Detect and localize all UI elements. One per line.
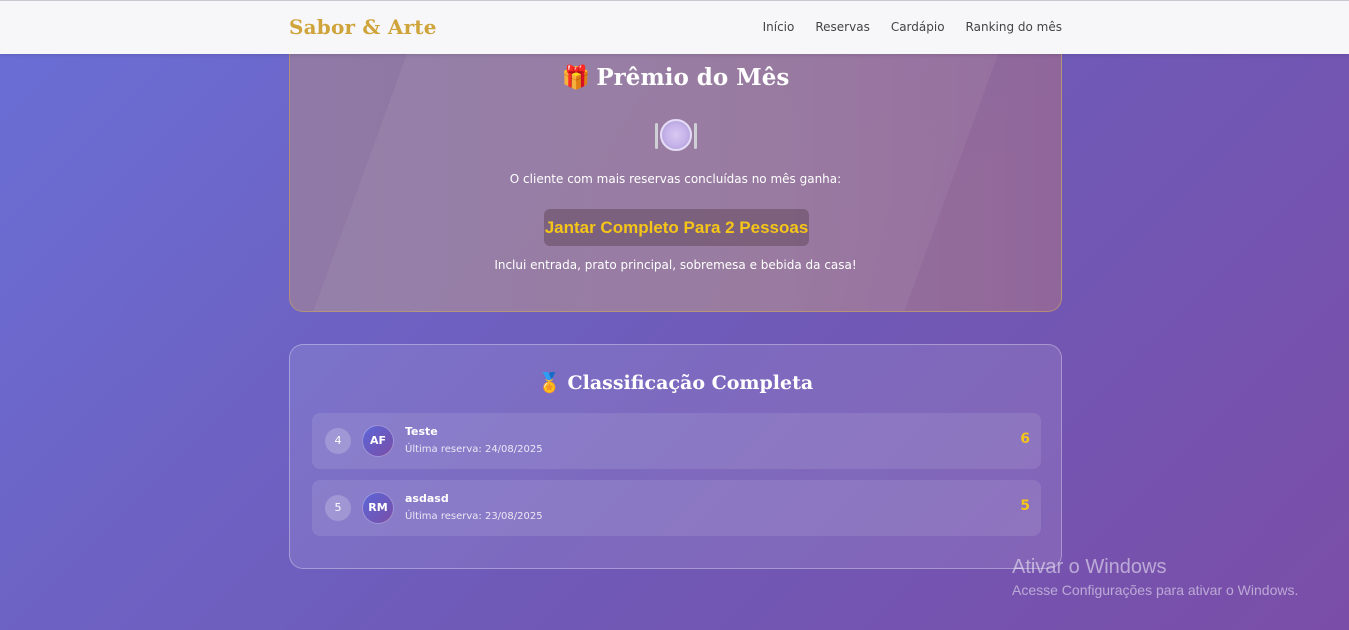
brand-logo[interactable]: Sabor & Arte <box>289 15 437 39</box>
windows-watermark-subtitle: Acesse Configurações para ativar o Windo… <box>1012 582 1299 598</box>
avatar: RM <box>362 492 394 524</box>
rank-position: 5 <box>325 495 351 521</box>
windows-watermark-title: Ativar o Windows <box>1012 556 1167 578</box>
prize-card: 🎁 Prêmio do Mês O cliente com mais reserv… <box>289 40 1062 312</box>
ranking-row: 5 RM asdasd Última reserva: 23/08/2025 5 <box>312 480 1041 536</box>
prize-title: 🎁 Prêmio do Mês <box>290 64 1061 91</box>
ranking-card: 🏅 Classificação Completa 4 AF Teste Últim… <box>289 344 1062 569</box>
medal-icon: 🏅 <box>537 372 562 394</box>
nav-links: Início Reservas Cardápio Ranking do mês <box>763 20 1062 34</box>
plate-icon <box>655 119 697 151</box>
ranking-row: 4 AF Teste Última reserva: 24/08/2025 6 <box>312 413 1041 469</box>
ranking-title-text: Classificação Completa <box>567 372 814 394</box>
rank-score: 5 <box>1020 498 1030 514</box>
rank-score: 6 <box>1020 431 1030 447</box>
prize-title-text: Prêmio do Mês <box>596 64 790 91</box>
rank-name: asdasd <box>405 492 449 505</box>
nav-link-reservas[interactable]: Reservas <box>815 20 869 34</box>
nav-link-ranking[interactable]: Ranking do mês <box>966 20 1062 34</box>
rank-last-reservation: Última reserva: 24/08/2025 <box>405 444 543 455</box>
nav-link-inicio[interactable]: Início <box>763 20 795 34</box>
rank-position: 4 <box>325 428 351 454</box>
ranking-title: 🏅 Classificação Completa <box>290 371 1061 394</box>
rank-name: Teste <box>405 425 438 438</box>
gift-icon: 🎁 <box>561 64 591 91</box>
prize-note: Inclui entrada, prato principal, sobreme… <box>494 258 857 272</box>
rank-last-reservation: Última reserva: 23/08/2025 <box>405 511 543 522</box>
prize-description: O cliente com mais reservas concluídas n… <box>509 172 842 186</box>
prize-badge: Jantar Completo Para 2 Pessoas <box>544 209 809 246</box>
nav-link-cardapio[interactable]: Cardápio <box>891 20 945 34</box>
avatar: AF <box>362 425 394 457</box>
navbar: Sabor & Arte Início Reservas Cardápio Ra… <box>0 0 1349 54</box>
